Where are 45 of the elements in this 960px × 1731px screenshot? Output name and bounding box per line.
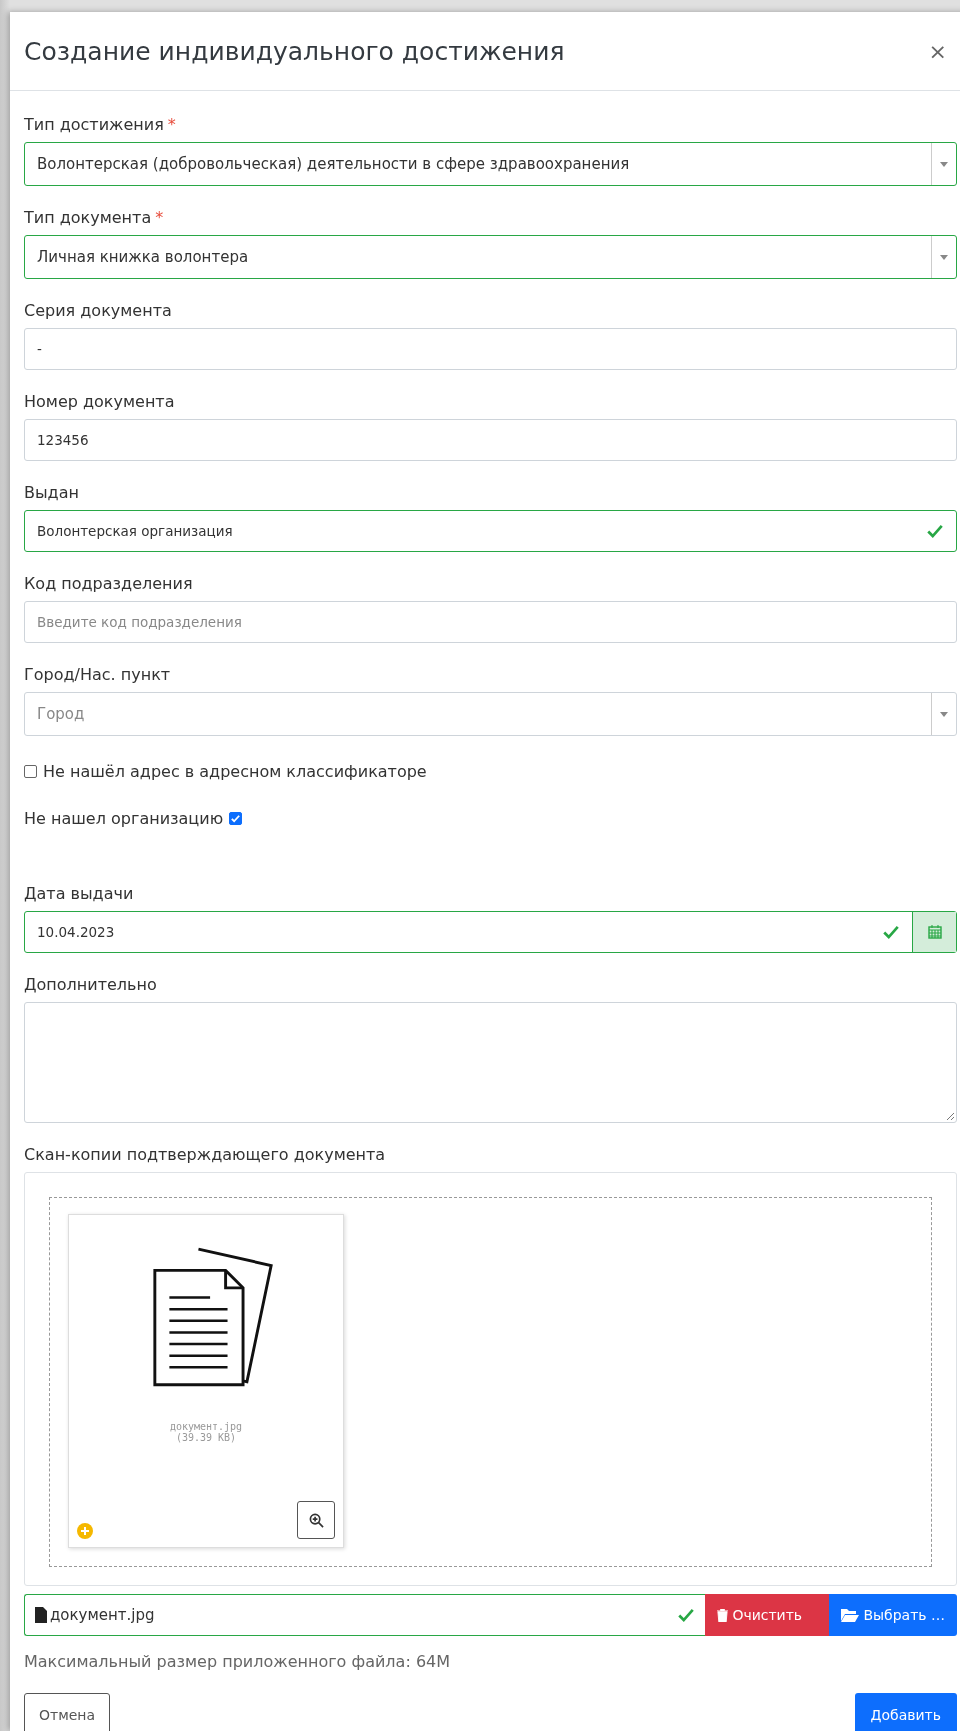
folder-icon <box>841 1608 860 1622</box>
cancel-button[interactable]: Отмена <box>24 1693 111 1731</box>
field-label: Город/Нас. пункт <box>24 665 171 684</box>
dialog-title: Создание индивидуального достижения <box>24 36 565 66</box>
submit-button[interactable]: Добавить <box>854 1693 957 1731</box>
plus-circle-icon <box>77 1523 93 1539</box>
select-field[interactable]: Волонтерская (добровольческая) деятельности в сфере здравоохранения <box>24 142 957 186</box>
field-label: Скан-копии подтверждающего документа <box>24 1145 386 1164</box>
trash-icon <box>717 1608 729 1622</box>
select-field[interactable]: Личная книжка волонтера <box>24 235 957 279</box>
dropdown-caret-icon <box>940 254 948 260</box>
file-field[interactable]: документ.jpg <box>24 1594 706 1636</box>
check-icon <box>677 1606 696 1624</box>
checkbox[interactable] <box>24 765 37 778</box>
file-icon <box>35 1607 47 1623</box>
checkbox-label: Не нашёл адрес в адресном классификаторе <box>43 762 427 781</box>
checkbox-label: Не нашел организацию <box>24 809 224 828</box>
text-field[interactable]: Волонтерская организация <box>24 510 957 552</box>
text-field[interactable]: 123456 <box>24 419 957 461</box>
field-label: Тип документа <box>24 208 152 227</box>
field-label: Номер документа <box>24 392 175 411</box>
required-mark: * <box>155 208 164 227</box>
zoom-button[interactable] <box>297 1501 335 1539</box>
dropdown-caret-icon <box>940 161 948 167</box>
dropdown-caret-icon <box>940 711 948 717</box>
check-icon <box>926 522 944 540</box>
field-label: Дополнительно <box>24 975 157 994</box>
checkbox[interactable] <box>229 812 243 825</box>
resize-handle-icon <box>946 1112 954 1120</box>
zoom-in-icon <box>308 1512 324 1528</box>
text-field[interactable]: - <box>24 328 957 370</box>
clear-button[interactable]: Очистить <box>705 1594 830 1636</box>
required-mark: * <box>167 115 176 134</box>
select-field[interactable]: Город <box>24 692 957 736</box>
field-label: Выдан <box>24 483 79 502</box>
file-size: (39.39 KB) <box>175 1432 237 1443</box>
file-name: документ.jpg <box>169 1421 243 1432</box>
field-label: Серия документа <box>24 301 172 320</box>
field-label: Тип достижения <box>24 115 164 134</box>
field-label: Код подразделения <box>24 574 193 593</box>
browse-button[interactable]: Выбрать … <box>829 1594 957 1636</box>
upload-hint: Максимальный размер приложенного файла: 64M <box>24 1652 452 1671</box>
field-label: Дата выдачи <box>24 884 134 903</box>
text-field[interactable]: Введите код подразделения <box>24 601 957 643</box>
close-button[interactable]: × <box>928 38 957 64</box>
